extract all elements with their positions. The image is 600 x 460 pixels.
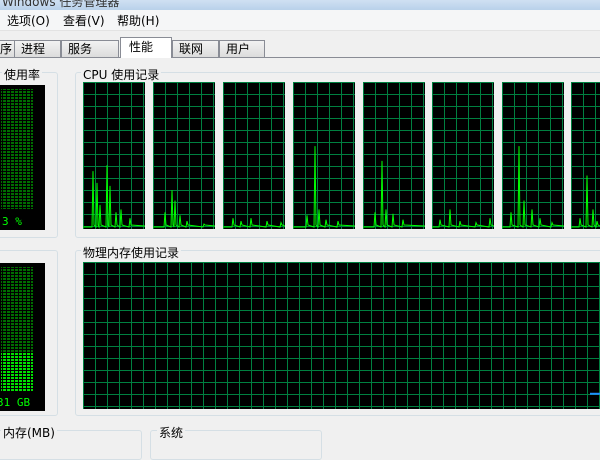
memory-usage-group: 31 GB (0, 250, 58, 416)
cpu-core-graph-4 (293, 82, 355, 229)
system-group: 系统 (150, 424, 322, 460)
memory-usage-meter: 31 GB (0, 263, 45, 411)
cpu-core-graph-7 (502, 82, 564, 229)
cpu-usage-group: 使用率 3 % (0, 66, 58, 238)
memory-history-svg (83, 262, 600, 409)
tab-services[interactable]: 服务 (61, 40, 119, 57)
cpu-usage-meter: 3 % (0, 85, 45, 230)
memory-meter-bars (1, 267, 33, 391)
memory-history-graph (83, 262, 600, 409)
tab-processes[interactable]: 进程 (14, 40, 61, 57)
cpu-core-svg-5 (363, 82, 425, 229)
menu-bar: 选项(O) 查看(V) 帮助(H) (0, 10, 600, 31)
cpu-core-graph-3 (223, 82, 285, 229)
cpu-core-svg-6 (432, 82, 494, 229)
cpu-usage-label: 使用率 (2, 66, 43, 83)
cpu-core-graph-6 (432, 82, 494, 229)
window-title: Windows 任务管理器 (2, 0, 120, 9)
physical-memory-group: 内存(MB) (0, 424, 142, 460)
tab-users[interactable]: 用户 (219, 40, 265, 57)
menu-view[interactable]: 查看(V) (62, 12, 106, 29)
system-label: 系统 (157, 424, 186, 441)
cpu-core-graph-8 (571, 82, 600, 229)
cpu-core-graph-1 (83, 82, 145, 229)
cpu-meter-bars (1, 89, 33, 209)
memory-usage-value: 31 GB (0, 396, 31, 409)
cpu-core-svg-4 (293, 82, 355, 229)
physical-memory-label: 内存(MB) (1, 424, 57, 441)
title-bar: Windows 任务管理器 (0, 0, 600, 10)
cpu-core-line-2 (153, 190, 215, 228)
menu-help[interactable]: 帮助(H) (116, 12, 160, 29)
cpu-usage-value: 3 % (2, 215, 22, 228)
cpu-history-label: CPU 使用记录 (81, 66, 162, 83)
menu-options[interactable]: 选项(O) (6, 12, 51, 29)
cpu-core-svg-2 (153, 82, 215, 229)
cpu-core-line-3 (223, 218, 285, 228)
tab-networking[interactable]: 联网 (172, 40, 219, 57)
cpu-core-svg-1 (83, 82, 145, 229)
cpu-core-svg-3 (223, 82, 285, 229)
cpu-core-svg-7 (502, 82, 564, 229)
tab-applications[interactable]: 序 (0, 40, 15, 57)
tab-performance[interactable]: 性能 (120, 37, 172, 58)
cpu-core-graph-5 (363, 82, 425, 229)
memory-history-label: 物理内存使用记录 (81, 244, 182, 261)
cpu-core-line-5 (363, 160, 425, 229)
cpu-core-line-1 (83, 165, 145, 229)
tab-strip: 序 进程 服务 性能 联网 用户 (0, 37, 600, 58)
cpu-core-svg-8 (571, 82, 600, 229)
cpu-core-line-6 (432, 209, 494, 228)
cpu-core-graph-2 (153, 82, 215, 229)
